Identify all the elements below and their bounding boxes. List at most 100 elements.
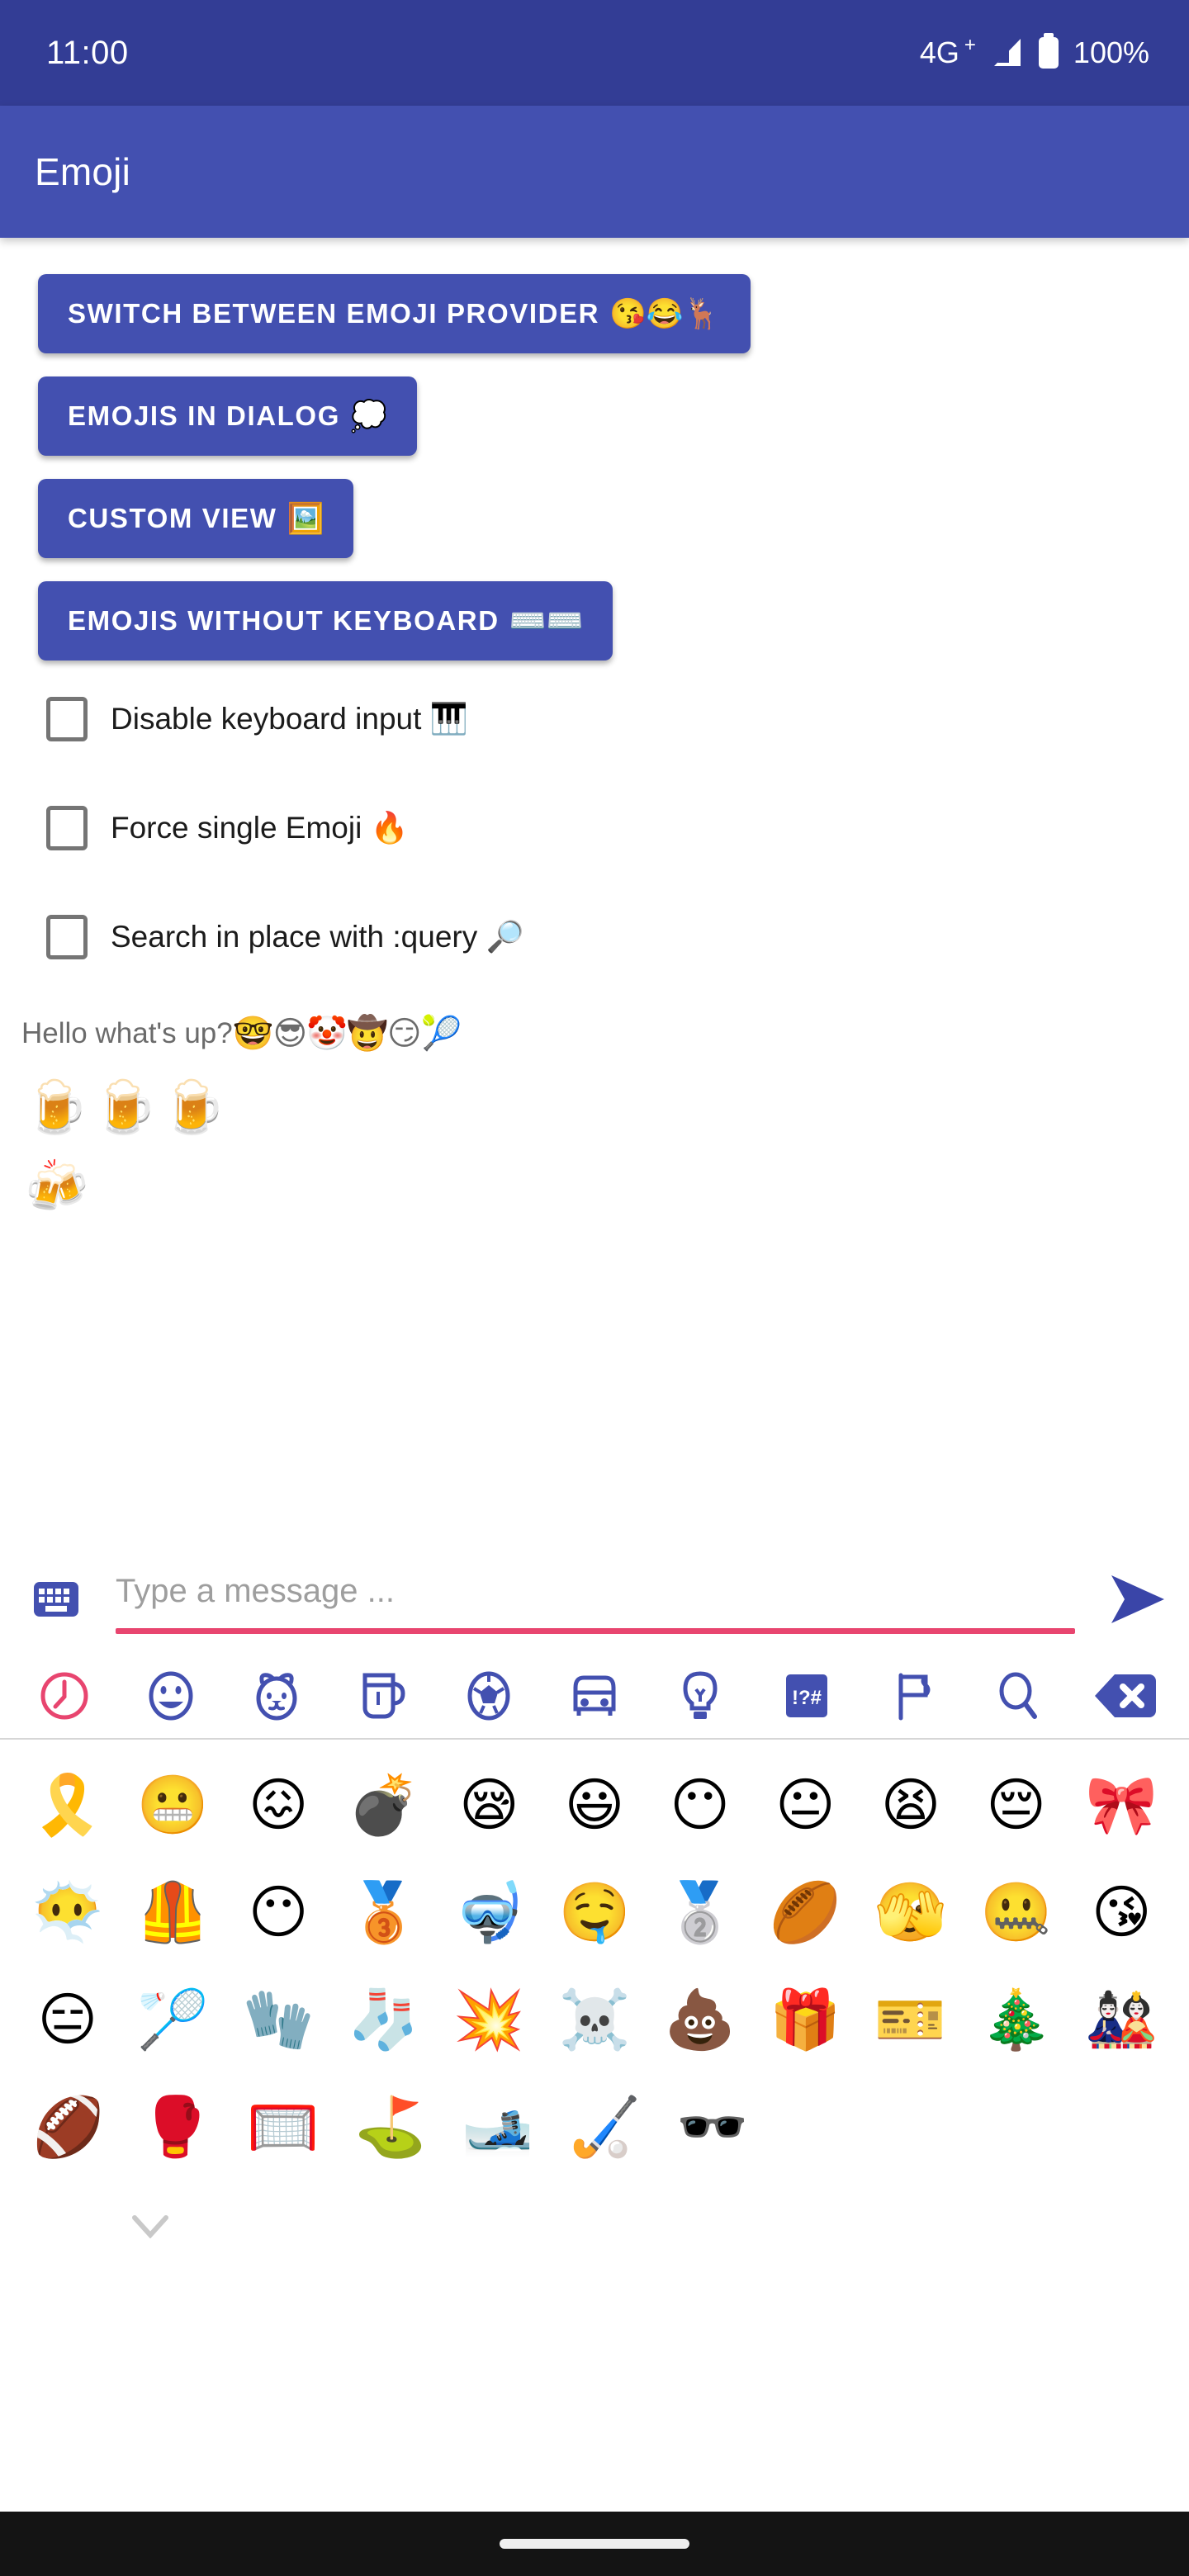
emoji-cell[interactable]: 🎁: [752, 1966, 858, 2073]
message-input[interactable]: [116, 1573, 1075, 1625]
send-icon[interactable]: [1108, 1574, 1168, 1625]
emoji-cell[interactable]: 😪: [437, 1751, 542, 1859]
checkbox-label-search-in-place: Search in place with :query 🔎: [111, 920, 524, 955]
emoji-cell[interactable]: 🎀: [1068, 1751, 1174, 1859]
checkbox-text-search-in-place: Search in place with :query: [111, 919, 478, 954]
emoji-cell[interactable]: ⛳: [337, 2073, 444, 2181]
checkbox-text-force-single-emoji: Force single Emoji: [111, 810, 362, 845]
emoji-cell[interactable]: 😔: [964, 1751, 1069, 1859]
clinking-beer-line: 🍻: [25, 1158, 89, 1215]
tab-symbols[interactable]: !?#: [754, 1654, 860, 1738]
emoji-cell[interactable]: 🧤: [225, 1966, 331, 2073]
emoji-cell[interactable]: 😖: [225, 1751, 331, 1859]
emoji-cell[interactable]: 😘: [1068, 1859, 1174, 1966]
signal-bars-icon: [993, 39, 1021, 66]
switch-emoji-provider-emoji: 😘😂🦌: [609, 296, 721, 330]
emoji-cell[interactable]: 🎎: [1068, 1966, 1174, 2073]
fire-icon: 🔥: [370, 810, 409, 845]
emoji-cell[interactable]: 🥈: [647, 1859, 753, 1966]
emoji-cell[interactable]: 🎄: [964, 1966, 1069, 2073]
checkbox-box-force-single-emoji[interactable]: [46, 806, 88, 850]
checkbox-label-disable-keyboard-input: Disable keyboard input 🎹: [111, 702, 468, 737]
hello-emoji-run: 🤓😎🤡🤠😏🎾: [232, 1016, 462, 1052]
chevron-down-icon[interactable]: [132, 2214, 168, 2238]
emoji-cell[interactable]: 🎿: [444, 2073, 552, 2181]
emoji-cell[interactable]: ☠️: [542, 1966, 647, 2073]
emoji-cell[interactable]: 🥅: [230, 2073, 337, 2181]
emoji-cell[interactable]: 😐: [752, 1751, 858, 1859]
tab-backspace[interactable]: [1072, 1654, 1177, 1738]
emoji-cell[interactable]: 😶: [647, 1751, 753, 1859]
tab-flags[interactable]: [860, 1654, 965, 1738]
emoji-cell[interactable]: 😶: [225, 1859, 331, 1966]
switch-emoji-provider-button[interactable]: SWITCH BETWEEN EMOJI PROVIDER 😘😂🦌: [38, 274, 751, 353]
message-input-underline: [116, 1627, 1075, 1634]
emoji-cell[interactable]: 🥊: [122, 2073, 230, 2181]
message-input-wrapper: [116, 1560, 1075, 1639]
emojis-in-dialog-label: EMOJIS IN DIALOG: [68, 400, 340, 431]
emoji-cell[interactable]: 🫣: [858, 1859, 964, 1966]
emoji-grid-spacer: [0, 2180, 1189, 2512]
tab-objects[interactable]: [647, 1654, 753, 1738]
emoji-cell[interactable]: 🥉: [331, 1859, 437, 1966]
checkbox-box-search-in-place[interactable]: [46, 915, 88, 959]
tab-travel[interactable]: [542, 1654, 647, 1738]
emoji-grid-row: 😶‍🌫️ 🦺 😶 🥉 🤿 🤤 🥈 🏉 🫣 🤐 😘: [0, 1859, 1189, 1966]
emoji-cell[interactable]: 😶‍🌫️: [15, 1859, 121, 1966]
emoji-cell[interactable]: 😃: [542, 1751, 647, 1859]
emoji-cell[interactable]: 💩: [647, 1966, 753, 2073]
tab-animals[interactable]: [224, 1654, 329, 1738]
emoji-cell[interactable]: 😬: [121, 1751, 226, 1859]
emoji-cell[interactable]: 🎫: [858, 1966, 964, 2073]
emoji-cell[interactable]: 🏉: [752, 1859, 858, 1966]
animal-face-icon: [256, 1672, 297, 1720]
tab-activities[interactable]: [435, 1654, 541, 1738]
checkbox-text-disable-keyboard-input: Disable keyboard input: [111, 701, 422, 736]
checkbox-box-disable-keyboard-input[interactable]: [46, 697, 88, 741]
emojis-in-dialog-button[interactable]: EMOJIS IN DIALOG 💭: [38, 376, 417, 456]
car-icon: [573, 1675, 616, 1716]
battery-percent-label: 100%: [1073, 36, 1149, 69]
message-input-row: [0, 1544, 1189, 1654]
custom-view-button[interactable]: CUSTOM VIEW 🖼️: [38, 479, 354, 558]
svg-text:!?#: !?#: [792, 1687, 822, 1709]
emoji-cell[interactable]: 🤐: [964, 1859, 1069, 1966]
emoji-cell[interactable]: 🤿: [437, 1859, 542, 1966]
backspace-icon: [1094, 1674, 1156, 1717]
emojis-without-keyboard-label: EMOJIS WITHOUT KEYBOARD: [68, 605, 500, 636]
emoji-cell[interactable]: 😑: [15, 1966, 121, 2073]
checkbox-label-force-single-emoji: Force single Emoji 🔥: [111, 811, 409, 846]
tab-smileys[interactable]: [117, 1654, 223, 1738]
emoji-cell[interactable]: 🕶️: [659, 2073, 766, 2181]
hello-text: Hello what's up?: [21, 1016, 233, 1049]
tab-recent[interactable]: [12, 1654, 117, 1738]
emoji-grid-row: 😑 🏸 🧤 🧦 💥 ☠️ 💩 🎁 🎫 🎄 🎎: [0, 1966, 1189, 2073]
home-indicator[interactable]: [500, 2539, 689, 2549]
keyboard-icon[interactable]: [33, 1581, 79, 1617]
emoji-cell[interactable]: 🏑: [552, 2073, 659, 2181]
tab-search[interactable]: [965, 1654, 1071, 1738]
emoji-cell[interactable]: 🦺: [121, 1859, 226, 1966]
emoji-cell[interactable]: 🏸: [121, 1966, 226, 2073]
emoji-cell[interactable]: 💣: [331, 1751, 437, 1859]
emoji-cell[interactable]: 🤤: [542, 1859, 647, 1966]
lightbulb-icon: [683, 1670, 718, 1719]
emoji-cell[interactable]: 🎗️: [15, 1751, 121, 1859]
checkbox-force-single-emoji[interactable]: Force single Emoji 🔥: [46, 806, 1189, 850]
emojis-in-dialog-emoji: 💭: [349, 399, 387, 433]
magnifier-icon: 🔎: [486, 919, 524, 954]
checkbox-search-in-place[interactable]: Search in place with :query 🔎: [46, 915, 1189, 959]
switch-emoji-provider-label: SWITCH BETWEEN EMOJI PROVIDER: [68, 298, 600, 329]
emoji-demo-app: 11:00 4G + 100% Emoji SWITCH BETWEEN EMOJ…: [0, 0, 1189, 2576]
checkbox-disable-keyboard-input[interactable]: Disable keyboard input 🎹: [46, 697, 1189, 741]
emoji-cell[interactable]: 😫: [858, 1751, 964, 1859]
emojis-without-keyboard-button[interactable]: EMOJIS WITHOUT KEYBOARD ⌨️⌨️: [38, 581, 613, 661]
piano-icon: 🎹: [429, 701, 468, 736]
battery-full-icon: [1038, 37, 1059, 69]
emoji-cell[interactable]: 🏈: [15, 2073, 122, 2181]
tab-food[interactable]: [329, 1654, 435, 1738]
network-type-plus: +: [964, 34, 976, 56]
flag-icon: [898, 1673, 931, 1720]
emoji-cell[interactable]: 💥: [437, 1966, 542, 2073]
emoji-cell[interactable]: 🧦: [331, 1966, 437, 2073]
